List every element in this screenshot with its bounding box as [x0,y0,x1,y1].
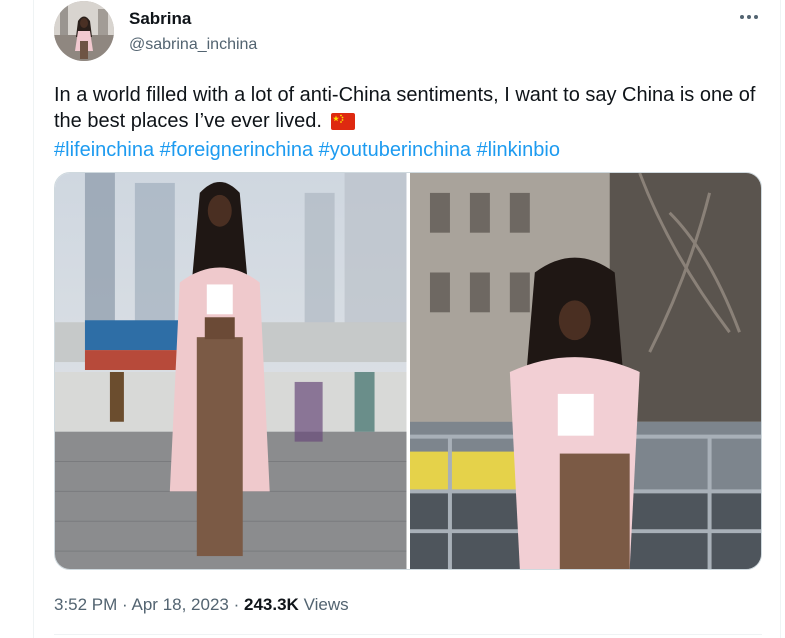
tweet-meta: 3:52 PM · Apr 18, 2023 · 243.3K Views [54,594,349,616]
photo-2[interactable] [409,173,761,569]
tweet-card: Sabrina @sabrina_inchina In a world fill… [33,0,781,638]
avatar-image [54,1,114,61]
more-options-button[interactable] [736,4,762,30]
hashtag-list: #lifeinchina #foreignerinchina #youtuber… [54,137,774,163]
tweet-time[interactable]: 3:52 PM [54,595,117,614]
photo-2-image [409,173,761,569]
avatar[interactable] [54,1,114,61]
meta-separator: · [233,595,240,614]
meta-separator: · [122,595,128,614]
hashtag-link[interactable]: #linkinbio [477,139,560,161]
media-grid [54,172,762,570]
photo-1-image [55,173,407,569]
author-info: Sabrina @sabrina_inchina [129,8,257,56]
divider [54,634,762,635]
hashtag-link[interactable]: #lifeinchina [54,139,154,161]
views-count: 243.3K [244,595,299,614]
tweet-body: In a world filled with a lot of anti-Chi… [54,84,756,132]
tweet-text: In a world filled with a lot of anti-Chi… [54,82,774,163]
user-handle[interactable]: @sabrina_inchina [129,34,257,56]
tweet-date[interactable]: Apr 18, 2023 [132,595,229,614]
more-options-icon [740,15,758,19]
views-label: Views [303,595,349,614]
photo-1[interactable] [55,173,407,569]
china-flag-icon [331,111,356,137]
display-name[interactable]: Sabrina [129,8,257,30]
hashtag-link[interactable]: #youtuberinchina [319,139,471,161]
hashtag-link[interactable]: #foreignerinchina [160,139,313,161]
